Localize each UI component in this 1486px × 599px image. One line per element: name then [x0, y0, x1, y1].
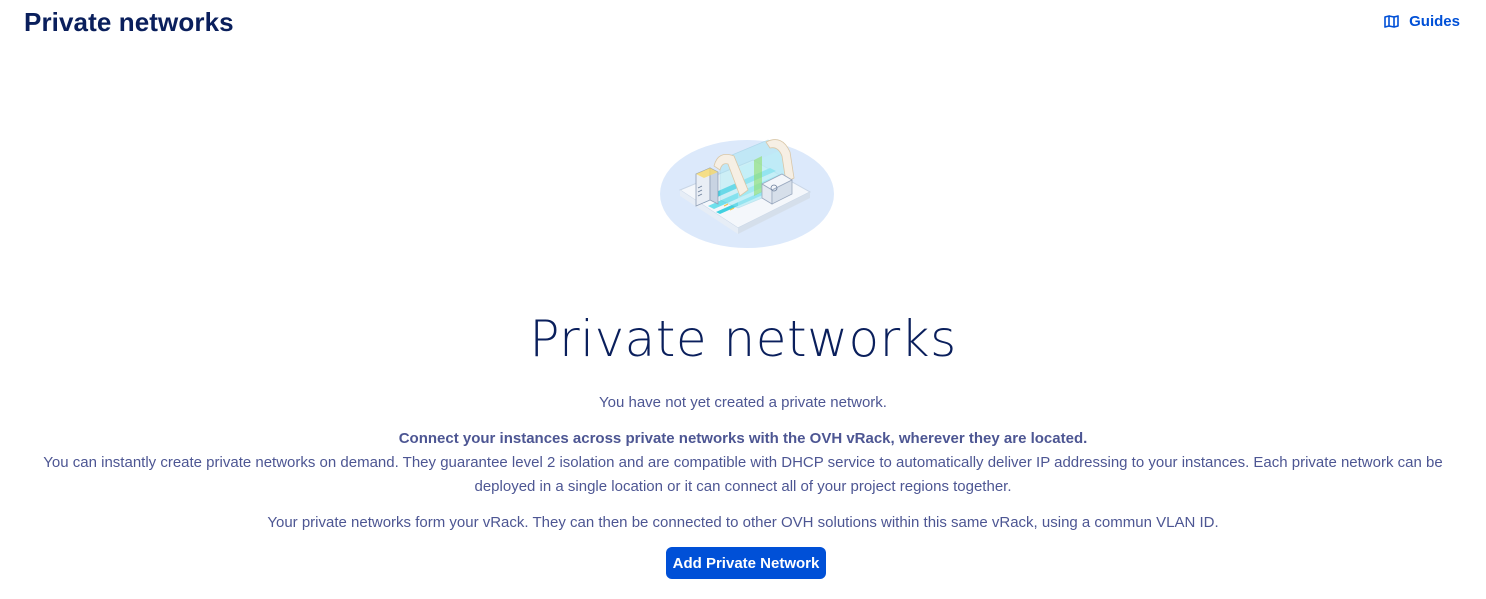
guides-link[interactable]: Guides: [1384, 13, 1460, 30]
page-title: Private networks: [24, 7, 234, 37]
book-icon: [1384, 15, 1399, 28]
page: Private networks Guides Private networks…: [0, 0, 1486, 599]
empty-state-title: Private networks: [529, 310, 957, 368]
vrack-text: Your private networks form your vRack. T…: [267, 514, 1219, 531]
add-private-network-button[interactable]: Add Private Network: [666, 547, 826, 579]
no-network-text: You have not yet created a private netwo…: [599, 394, 887, 411]
pitch-description: You can instantly create private network…: [43, 454, 1443, 495]
guides-label: Guides: [1409, 13, 1460, 30]
private-network-illustration: [658, 130, 838, 250]
pitch-headline: Connect your instances across private ne…: [398, 430, 1088, 447]
